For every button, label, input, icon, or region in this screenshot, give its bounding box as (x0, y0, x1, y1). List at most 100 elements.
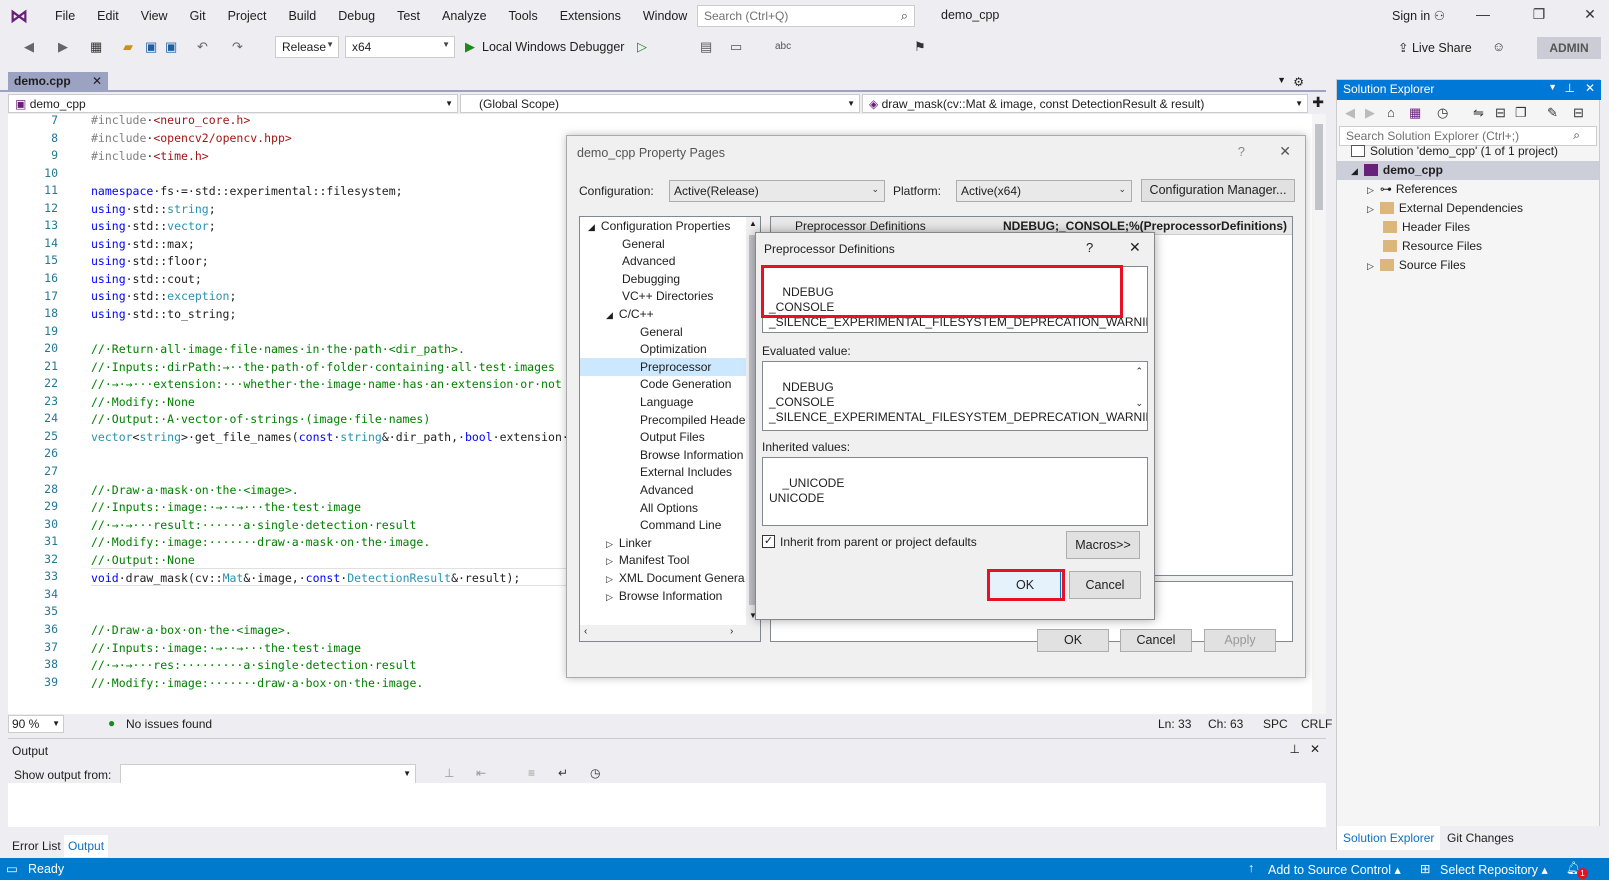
help-icon[interactable]: ? (1086, 240, 1093, 255)
close-icon[interactable]: ✕ (1575, 6, 1605, 26)
scroll-up-icon[interactable]: ⌃ (1135, 364, 1143, 379)
tree-item[interactable]: Output Files (580, 428, 748, 446)
tab-git-changes[interactable]: Git Changes (1447, 831, 1514, 845)
menu-item-build[interactable]: Build (277, 9, 327, 23)
tree-item[interactable]: Preprocessor (580, 357, 748, 376)
pin-icon[interactable]: ⊥ (1565, 81, 1575, 95)
tree-item[interactable]: ▷ Browse Information (580, 587, 748, 605)
split-icon[interactable]: ✚ (1312, 94, 1324, 111)
cancel-button[interactable]: Cancel (1120, 629, 1192, 652)
tree-item[interactable]: ▷ XML Document Genera (580, 569, 748, 587)
close-tab-icon[interactable]: ✕ (92, 74, 102, 88)
start-debug-icon[interactable]: ▶ (465, 37, 475, 57)
show-all-files-icon[interactable]: ❐ (1515, 103, 1527, 123)
cancel-button[interactable]: Cancel (1069, 571, 1141, 599)
platform-select[interactable]: x64 ▼ (345, 36, 455, 58)
output-source-select[interactable]: ▼ (120, 764, 416, 784)
close-icon[interactable]: ✕ (1129, 239, 1141, 256)
apply-button[interactable]: Apply (1204, 629, 1276, 652)
configuration-manager-button[interactable]: Configuration Manager... (1141, 179, 1295, 202)
tree-item[interactable]: ▷ Linker (580, 534, 748, 552)
settings-gear-icon[interactable]: ⚙ (1293, 75, 1304, 89)
pin-icon[interactable]: ⊥ (1290, 742, 1300, 756)
scroll-up-icon[interactable]: ▲ (749, 219, 757, 228)
tree-item[interactable]: Browse Information (580, 446, 748, 464)
tree-item-resource-files[interactable]: Resource Files (1383, 237, 1482, 256)
home-icon[interactable]: ⌂ (1387, 103, 1395, 123)
expanded-arrow-icon[interactable]: ◢ (588, 222, 595, 232)
start-without-debug-icon[interactable]: ▷ (637, 37, 647, 57)
clear-all-icon[interactable]: ≡ (528, 766, 535, 780)
tree-item[interactable]: Code Generation (580, 375, 748, 393)
window-layout-icon[interactable]: ▭ (730, 37, 742, 57)
browse-icon[interactable]: ▤ (700, 37, 712, 57)
tree-item[interactable]: General (580, 235, 748, 253)
spell-check-icon[interactable]: abc (775, 37, 791, 57)
forward-icon[interactable]: ▶ (58, 37, 68, 57)
output-text-area[interactable] (8, 783, 1326, 827)
tab-solution-explorer[interactable]: Solution Explorer (1337, 826, 1441, 850)
menu-item-view[interactable]: View (130, 9, 179, 23)
undo-icon[interactable]: ↶ (197, 37, 208, 57)
tree-item[interactable]: VC++ Directories (580, 287, 748, 305)
member-combo[interactable]: ◈ draw_mask(cv::Mat & image, const Detec… (862, 94, 1308, 113)
collapsed-arrow-icon[interactable]: ▷ (606, 556, 613, 566)
tree-item[interactable]: Command Line (580, 516, 748, 534)
configuration-select[interactable]: Active(Release) ⌄ (669, 180, 885, 202)
word-wrap-icon[interactable]: ↵ (558, 766, 568, 780)
sync-icon[interactable]: ⇋ (1473, 103, 1484, 123)
menu-item-analyze[interactable]: Analyze (431, 9, 497, 23)
find-message-icon[interactable]: ⊥ (444, 766, 454, 780)
ok-button[interactable]: OK (1037, 629, 1109, 652)
tree-item[interactable]: External Includes (580, 463, 748, 481)
tree-item[interactable]: All Options (580, 499, 748, 517)
tab-overflow-icon[interactable]: ▼ (1277, 75, 1286, 85)
restore-icon[interactable]: ❐ (1524, 6, 1554, 26)
close-icon[interactable]: ✕ (1279, 143, 1291, 160)
save-all-icon[interactable]: ▣ (165, 37, 177, 57)
zoom-combo[interactable]: 90 % ▼ (8, 715, 64, 733)
tab-error-list[interactable]: Error List (12, 839, 61, 853)
bookmark-icon[interactable]: ⚑ (914, 37, 926, 57)
scroll-down-icon[interactable]: ⌄ (1135, 396, 1143, 411)
menu-item-project[interactable]: Project (217, 9, 278, 23)
expanded-arrow-icon[interactable]: ◢ (606, 310, 613, 320)
configuration-select[interactable]: Release ▼ (275, 36, 339, 58)
line-ending-indicator[interactable]: CRLF (1301, 717, 1332, 731)
close-panel-icon[interactable]: ✕ (1310, 742, 1320, 756)
back-icon[interactable]: ◀ (1345, 103, 1355, 123)
menu-item-git[interactable]: Git (179, 9, 217, 23)
tree-item-source-files[interactable]: ▷ Source Files (1367, 256, 1466, 275)
collapsed-arrow-icon[interactable]: ▷ (606, 539, 613, 549)
macros-button[interactable]: Macros>> (1066, 531, 1140, 559)
redo-icon[interactable]: ↷ (232, 37, 243, 57)
tree-item[interactable]: ▷ Manifest Tool (580, 551, 748, 569)
close-icon[interactable]: ✕ (1585, 81, 1595, 95)
tree-item[interactable]: Debugging (580, 270, 748, 288)
line-indicator[interactable]: Ln: 33 (1158, 717, 1191, 731)
save-icon[interactable]: ▣ (145, 37, 157, 57)
tree-hscrollbar[interactable]: ‹ › (580, 625, 760, 641)
clock-icon[interactable]: ◷ (590, 766, 600, 780)
tab-demo-cpp[interactable]: demo.cpp ✕ (8, 72, 108, 92)
help-icon[interactable]: ? (1238, 144, 1245, 159)
tree-item[interactable]: Precompiled Heade (580, 411, 748, 429)
select-repository-button[interactable]: Select Repository ▴ (1440, 862, 1548, 877)
editor-scrollbar[interactable] (1312, 114, 1326, 714)
tab-output[interactable]: Output (64, 835, 109, 857)
menu-item-window[interactable]: Window (632, 9, 698, 23)
inherit-checkbox[interactable]: ✓ (762, 535, 775, 548)
add-source-control-button[interactable]: Add to Source Control ▴ (1268, 862, 1401, 877)
feedback-icon[interactable]: ☺ (1492, 37, 1505, 57)
column-indicator[interactable]: Ch: 63 (1208, 717, 1243, 731)
menu-item-test[interactable]: Test (386, 9, 431, 23)
prev-message-icon[interactable]: ⇤ (476, 766, 486, 780)
chevron-down-icon[interactable]: ▼ (1548, 82, 1557, 92)
back-icon[interactable]: ◀ (24, 37, 34, 57)
open-folder-icon[interactable]: ▰ (123, 37, 133, 57)
tree-item-configuration-properties[interactable]: ◢ Configuration Properties (580, 217, 748, 235)
collapsed-arrow-icon[interactable]: ▷ (606, 592, 613, 602)
property-tree[interactable]: ◢ Configuration Properties General Advanced… (579, 216, 761, 642)
menu-item-edit[interactable]: Edit (86, 9, 130, 23)
tree-item-external-dependencies[interactable]: ▷ External Dependencies (1367, 199, 1523, 218)
